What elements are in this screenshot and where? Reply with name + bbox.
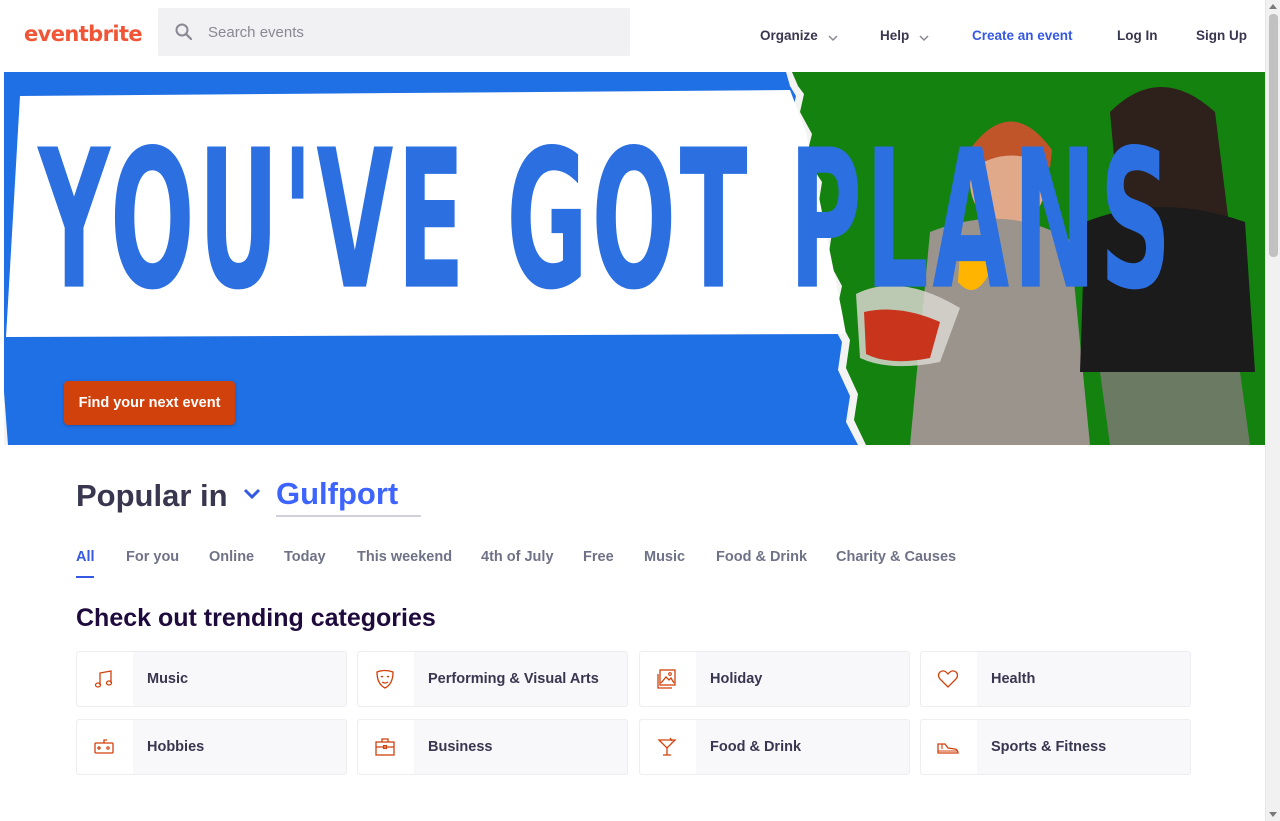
tab-4th-of-july[interactable]: 4th of July [481,549,554,565]
briefcase-icon [375,738,395,756]
category-card-hobbies[interactable]: Hobbies [76,719,347,775]
tab-music[interactable]: Music [644,549,685,565]
chevron-down-icon [828,35,838,42]
category-icon-box [358,720,414,774]
category-label: Health [991,671,1036,687]
category-label: Food & Drink [710,739,802,755]
category-label: Holiday [710,671,763,687]
category-card-music[interactable]: Music [76,651,347,707]
hero-headline: YOU'VE GOT PLANS [38,108,1175,333]
category-label: Sports & Fitness [991,739,1107,755]
page-scrollbar[interactable] [1265,0,1280,821]
chevron-down-icon[interactable] [242,487,262,501]
signup-link[interactable]: Sign Up [1196,28,1247,43]
cocktail-icon [657,737,677,756]
tab-free[interactable]: Free [583,549,614,565]
scrollbar-thumb[interactable] [1269,14,1278,257]
nav-help[interactable]: Help [880,28,929,43]
category-icon-box [640,720,696,774]
category-icon-box [921,720,977,774]
eventbrite-logo[interactable]: eventbrite [24,22,143,46]
search-input[interactable] [208,8,608,56]
category-icon-box [77,652,133,706]
login-link[interactable]: Log In [1117,28,1158,43]
search-icon [175,23,193,41]
category-card-business[interactable]: Business [357,719,628,775]
tab-charity-causes[interactable]: Charity & Causes [836,549,956,565]
category-label: Hobbies [147,739,205,755]
nav-organize[interactable]: Organize [760,28,838,43]
category-card-food-drink[interactable]: Food & Drink [639,719,910,775]
category-label: Music [147,671,189,687]
tab-food-drink[interactable]: Food & Drink [716,549,807,565]
tab-all[interactable]: All [76,549,95,565]
popular-in-heading: Popular in [76,478,228,513]
category-icon-box [640,652,696,706]
chevron-down-icon [919,35,929,42]
nav-help-label: Help [880,28,910,43]
category-label: Business [428,739,493,755]
category-icon-box [921,652,977,706]
top-header: eventbrite Organize Help Create an event… [0,0,1265,72]
sneaker-icon [937,743,959,754]
tab-today[interactable]: Today [284,549,326,565]
hero-banner: YOU'VE GOT PLANS Find your next event [0,72,1265,445]
category-icon-box [77,720,133,774]
trending-categories-title: Check out trending categories [76,604,436,632]
category-card-sports-fitness[interactable]: Sports & Fitness [920,719,1191,775]
tab-for-you[interactable]: For you [126,549,179,565]
category-card-holiday[interactable]: Holiday [639,651,910,707]
category-icon-box [358,652,414,706]
active-tab-indicator [76,576,94,578]
location-selector[interactable]: Gulfport [276,476,421,517]
category-label: Performing & Visual Arts [428,671,599,687]
scroll-up-arrow[interactable] [1269,4,1277,9]
scroll-down-arrow[interactable] [1269,812,1277,817]
music-note-icon [94,670,113,688]
tab-online[interactable]: Online [209,549,254,565]
category-card-performing-visual-arts[interactable]: Performing & Visual Arts [357,651,628,707]
search-bar[interactable] [158,8,630,56]
game-controller-icon [94,739,114,754]
photo-frame-icon [657,669,676,689]
heart-icon [937,670,959,688]
nav-organize-label: Organize [760,28,818,43]
create-event-link[interactable]: Create an event [972,28,1073,43]
find-next-event-button[interactable]: Find your next event [64,381,235,425]
theater-mask-icon [376,669,394,689]
tab-this-weekend[interactable]: This weekend [357,549,452,565]
category-card-health[interactable]: Health [920,651,1191,707]
